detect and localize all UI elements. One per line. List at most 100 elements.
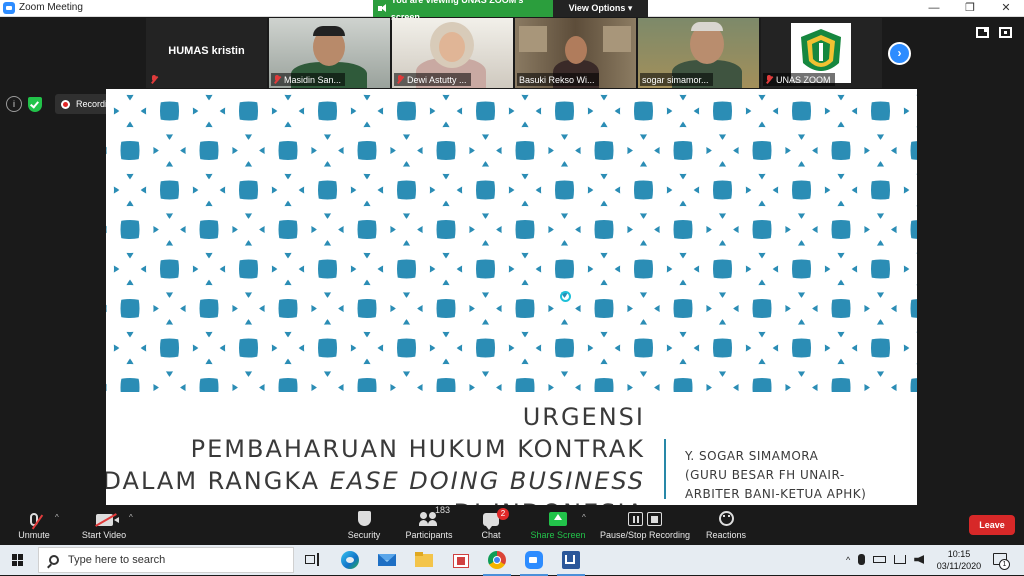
chat-icon: 2 bbox=[483, 508, 509, 530]
stop-icon bbox=[647, 512, 662, 526]
battery-icon[interactable] bbox=[873, 556, 887, 563]
slide-pattern bbox=[106, 89, 917, 392]
video-options-caret[interactable]: ^ bbox=[129, 513, 133, 522]
participant-hair bbox=[691, 22, 723, 31]
taskbar-search-box[interactable]: Type here to search bbox=[38, 547, 294, 573]
recording-controls-label: Pause/Stop Recording bbox=[599, 530, 691, 540]
audio-options-caret[interactable]: ^ bbox=[55, 513, 59, 522]
security-label: Security bbox=[347, 530, 381, 540]
participant-label: Masidin San... bbox=[271, 73, 346, 86]
participant-tile[interactable]: HUMAS kristin bbox=[146, 18, 267, 88]
zoom-app-icon bbox=[3, 2, 15, 14]
slide-title: URGENSI PEMBAHARUAN HUKUM KONTRAK DALAM … bbox=[106, 401, 645, 505]
slide-title-line: URGENSI bbox=[522, 403, 645, 431]
clock-date: 03/11/2020 bbox=[936, 561, 982, 571]
search-placeholder: Type here to search bbox=[68, 554, 166, 566]
slide-author-line: (GURU BESAR FH UNAIR- bbox=[685, 468, 845, 482]
slide-author-line: Y. SOGAR SIMAMORA bbox=[685, 449, 819, 463]
share-screen-icon bbox=[549, 512, 567, 526]
edge-browser-icon[interactable] bbox=[340, 550, 360, 570]
participant-tile[interactable]: Basuki Rekso Wi... bbox=[515, 18, 636, 88]
shared-slide: URGENSI PEMBAHARUAN HUKUM KONTRAK DALAM … bbox=[106, 89, 917, 505]
participants-button[interactable]: 183 Participants bbox=[403, 505, 455, 540]
participant-name: sogar simamor... bbox=[642, 74, 709, 85]
slide-author-line: ARBITER BANI-KETUA APHK) bbox=[685, 487, 867, 501]
fullscreen-icon[interactable] bbox=[999, 27, 1012, 38]
word-icon[interactable] bbox=[557, 550, 585, 576]
meeting-info-controls: i bbox=[6, 96, 42, 112]
store-icon[interactable] bbox=[451, 550, 471, 570]
participants-label: Participants bbox=[405, 530, 453, 540]
participant-name: Dewi Astutty ... bbox=[407, 74, 467, 85]
encryption-shield-icon[interactable] bbox=[28, 96, 42, 112]
clock-time: 10:15 bbox=[947, 549, 971, 559]
slide-title-plain: DALAM RANGKA bbox=[106, 467, 330, 495]
taskbar-clock[interactable]: 10:15 03/11/2020 bbox=[936, 548, 982, 572]
meeting-info-icon[interactable]: i bbox=[6, 96, 22, 112]
participant-tile[interactable]: sogar simamor... bbox=[638, 18, 759, 88]
file-explorer-icon[interactable] bbox=[414, 550, 434, 570]
leave-meeting-button[interactable]: Leave bbox=[969, 515, 1015, 535]
system-tray: ^ bbox=[846, 554, 925, 565]
slide-title-line: DALAM RANGKA EASE DOING BUSINESS bbox=[106, 465, 645, 497]
next-participants-button[interactable]: › bbox=[888, 42, 911, 65]
close-window-button[interactable]: ✕ bbox=[988, 0, 1024, 17]
view-options-button[interactable]: View Options ▾ bbox=[553, 0, 648, 17]
share-options-caret[interactable]: ^ bbox=[582, 513, 586, 522]
participant-name-center: HUMAS kristin bbox=[168, 45, 245, 57]
slide-title-italic: EASE DOING BUSINESS bbox=[329, 467, 645, 495]
windows-start-icon[interactable] bbox=[12, 554, 24, 566]
meeting-toolbar: Unmute ^ Start Video ^ Security 183 Part… bbox=[0, 505, 1024, 545]
participant-hair bbox=[313, 26, 345, 36]
restore-button[interactable]: ❐ bbox=[952, 0, 988, 17]
participant-face bbox=[565, 36, 587, 64]
share-screen-button[interactable]: Share Screen bbox=[530, 508, 586, 540]
unmute-button[interactable]: Unmute bbox=[14, 508, 54, 540]
microphone-muted-icon bbox=[30, 513, 44, 530]
reactions-label: Reactions bbox=[705, 530, 747, 540]
task-view-icon[interactable] bbox=[302, 550, 322, 570]
slide-author: Y. SOGAR SIMAMORA (GURU BESAR FH UNAIR- … bbox=[685, 447, 866, 504]
reactions-button[interactable]: Reactions bbox=[704, 508, 748, 540]
slide-title-line: DI INDONESIA bbox=[106, 497, 645, 505]
mail-icon[interactable] bbox=[377, 550, 397, 570]
window-title: Zoom Meeting bbox=[19, 2, 83, 13]
speaker-icon bbox=[378, 4, 387, 13]
zoom-taskbar-icon[interactable] bbox=[520, 550, 548, 576]
pointer-cursor-icon bbox=[560, 291, 571, 302]
slide-title-line: PEMBAHARUAN HUKUM KONTRAK bbox=[190, 435, 645, 463]
security-button[interactable]: Security bbox=[344, 508, 384, 540]
chat-button[interactable]: 2 Chat bbox=[476, 508, 509, 540]
chat-label: Chat bbox=[481, 530, 501, 540]
viewing-screen-notice: You are viewing UNAS ZOOM's screen bbox=[373, 0, 553, 22]
participant-label: sogar simamor... bbox=[640, 73, 713, 86]
pause-stop-recording-button[interactable]: Pause/Stop Recording bbox=[598, 508, 692, 540]
participant-label: Basuki Rekso Wi... bbox=[517, 73, 599, 86]
unmute-label: Unmute bbox=[18, 530, 50, 540]
security-shield-icon bbox=[357, 511, 371, 526]
share-screen-label: Share Screen bbox=[530, 530, 586, 540]
mic-muted-icon bbox=[765, 75, 773, 84]
mic-muted-icon bbox=[396, 75, 404, 84]
windows-taskbar: Type here to search ^ 10:15 03/11/2020 1 bbox=[0, 545, 1024, 576]
participant-tile[interactable]: Dewi Astutty ... bbox=[392, 18, 513, 88]
participant-label: Dewi Astutty ... bbox=[394, 73, 471, 86]
background-painting bbox=[603, 26, 631, 52]
tray-overflow-caret[interactable]: ^ bbox=[846, 555, 850, 565]
mic-muted-icon bbox=[150, 75, 158, 84]
chrome-icon[interactable] bbox=[483, 550, 511, 576]
network-icon[interactable] bbox=[894, 555, 907, 564]
recording-dot-icon bbox=[61, 99, 70, 109]
pause-icon bbox=[628, 512, 643, 526]
speaker-view-icon[interactable] bbox=[976, 27, 989, 38]
share-banner: You are viewing UNAS ZOOM's screen View … bbox=[373, 0, 648, 22]
volume-icon[interactable] bbox=[914, 555, 925, 564]
tray-mic-icon[interactable] bbox=[858, 554, 866, 565]
search-icon bbox=[49, 555, 59, 565]
view-switcher bbox=[976, 27, 1012, 38]
background-painting bbox=[519, 26, 547, 52]
start-video-button[interactable]: Start Video bbox=[80, 508, 128, 540]
participant-tile[interactable]: UNAS ZOOM bbox=[761, 18, 882, 88]
minimize-button[interactable]: — bbox=[916, 0, 952, 17]
participant-tile[interactable]: Masidin San... bbox=[269, 18, 390, 88]
